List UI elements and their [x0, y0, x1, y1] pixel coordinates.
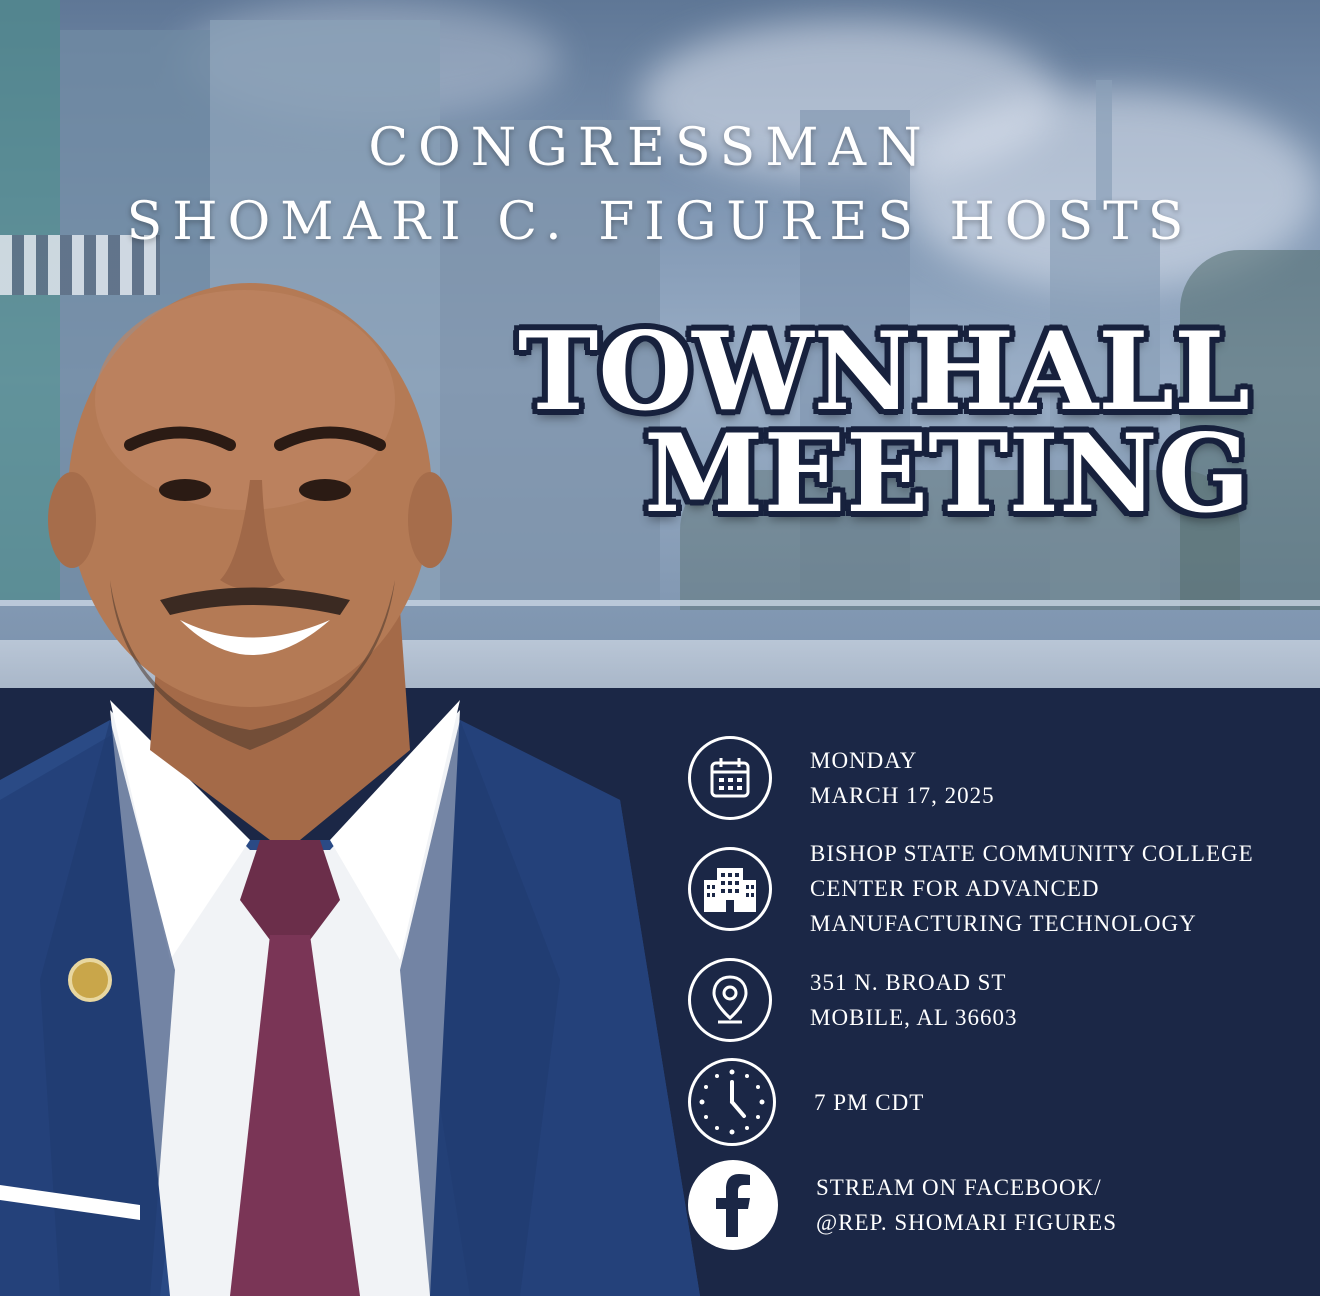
townhall-poster: CONGRESSMAN SHOMARI C. FIGURES HOSTS TOW… — [0, 0, 1320, 1296]
event-full-date: MARCH 17, 2025 — [810, 783, 995, 808]
event-start-time: 7 PM CDT — [814, 1089, 925, 1115]
header-title: CONGRESSMAN — [368, 118, 932, 178]
congressman-portrait — [0, 283, 700, 1296]
headline-meeting: MEETING — [643, 411, 1250, 537]
venue-line-3: MANUFACTURING TECHNOLOGY — [810, 911, 1197, 936]
event-time: 7 PM CDT — [688, 1058, 924, 1146]
event-stream[interactable]: STREAM ON FACEBOOK/ @REP. SHOMARI FIGURE… — [688, 1160, 1117, 1250]
location-pin-icon — [688, 958, 772, 1042]
clock-icon — [688, 1058, 776, 1146]
building-icon — [688, 846, 772, 931]
stream-handle[interactable]: @REP. SHOMARI FIGURES — [816, 1205, 1117, 1240]
event-date: MONDAY MARCH 17, 2025 — [688, 736, 995, 820]
event-venue: BISHOP STATE COMMUNITY COLLEGE CENTER FO… — [688, 836, 1254, 941]
calendar-icon — [688, 736, 772, 820]
header-subtitle: SHOMARI C. FIGURES HOSTS — [126, 192, 1194, 252]
event-address: 351 N. BROAD ST MOBILE, AL 36603 — [688, 958, 1017, 1042]
address-city: MOBILE, AL 36603 — [810, 1005, 1018, 1030]
stream-line-1: STREAM ON FACEBOOK/ — [816, 1175, 1102, 1200]
facebook-icon[interactable] — [688, 1160, 778, 1250]
event-day: MONDAY — [810, 748, 918, 773]
address-street: 351 N. BROAD ST — [810, 970, 1007, 995]
venue-line-1: BISHOP STATE COMMUNITY COLLEGE — [810, 841, 1254, 866]
venue-line-2: CENTER FOR ADVANCED — [810, 876, 1100, 901]
